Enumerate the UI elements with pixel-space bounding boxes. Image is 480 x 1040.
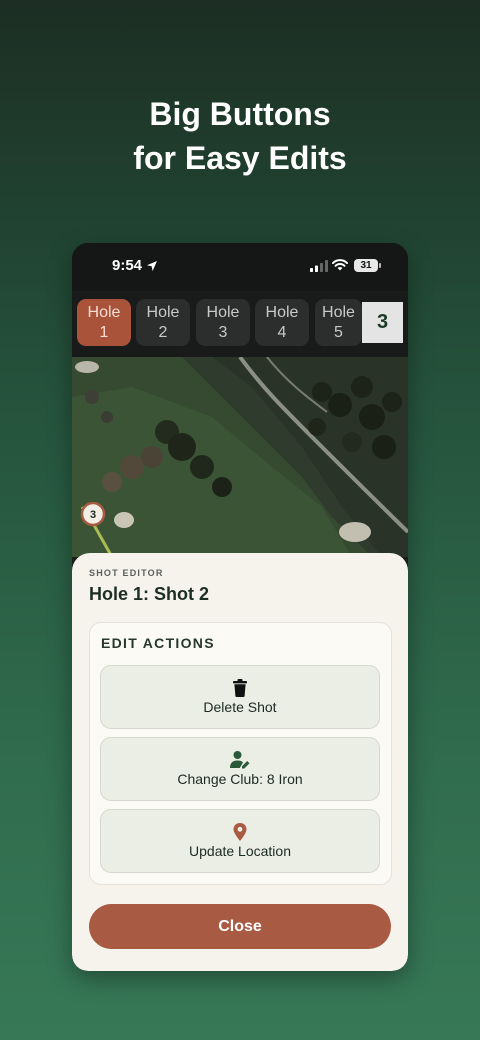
sheet-title: Hole 1: Shot 2 — [89, 584, 210, 604]
update-location-button[interactable]: Update Location — [100, 809, 380, 873]
close-button[interactable]: Close — [89, 904, 391, 949]
hole-tab-label: Hole — [87, 304, 121, 321]
delete-shot-label: Delete Shot — [203, 699, 277, 715]
battery-nub — [379, 263, 381, 268]
edit-actions-panel: EDIT ACTIONS Delete Shot Change Club: 8 … — [89, 622, 392, 885]
headline-line-1: Big Buttons — [149, 96, 331, 132]
location-pin-icon — [233, 823, 247, 841]
shot-marker-label: 3 — [90, 509, 96, 521]
shot-marker-pin[interactable]: 3 — [80, 502, 106, 528]
hole-tab-label: Hole — [146, 304, 180, 321]
headline-line-2: for Easy Edits — [133, 140, 347, 176]
hole-tab-5[interactable]: Hole 5 — [315, 299, 362, 346]
hole-tab-1[interactable]: Hole 1 — [77, 299, 131, 346]
hole-tab-2[interactable]: Hole 2 — [136, 299, 190, 346]
phone-screen: 9:54 31 Hole 1 Hole 2 Hole 3 Hole 4 Hole… — [72, 243, 408, 971]
battery-indicator: 31 — [354, 259, 378, 272]
hole-tab-number: 4 — [277, 324, 287, 341]
wifi-icon — [332, 259, 348, 271]
delete-shot-button[interactable]: Delete Shot — [100, 665, 380, 729]
hole-tab-number: 3 — [218, 324, 228, 341]
hole-count-badge[interactable]: 3 — [362, 302, 403, 343]
panel-title: EDIT ACTIONS — [101, 635, 215, 651]
sheet-kicker: SHOT EDITOR — [89, 568, 164, 578]
course-satellite-map[interactable] — [72, 357, 408, 557]
change-club-button[interactable]: Change Club: 8 Iron — [100, 737, 380, 801]
hole-tab-number: 2 — [158, 324, 168, 341]
map-imagery — [72, 357, 408, 557]
hole-tab-number: 5 — [334, 324, 343, 341]
hole-tab-label: Hole — [322, 304, 355, 321]
status-time: 9:54 — [112, 257, 143, 274]
trash-icon — [233, 679, 247, 697]
hole-tab-4[interactable]: Hole 4 — [255, 299, 309, 346]
update-location-label: Update Location — [189, 843, 291, 859]
hole-tab-3[interactable]: Hole 3 — [196, 299, 250, 346]
change-club-label: Change Club: 8 Iron — [177, 771, 303, 787]
hole-tab-number: 1 — [99, 324, 109, 341]
hole-tab-label: Hole — [206, 304, 240, 321]
hole-selector-bar: Hole 1 Hole 2 Hole 3 Hole 4 Hole 5 3 — [72, 291, 408, 357]
user-edit-icon — [230, 751, 250, 769]
cellular-signal-icon — [310, 260, 328, 272]
location-arrow-icon — [147, 261, 157, 271]
headline: Big Buttons for Easy Edits — [0, 92, 480, 180]
shot-editor-sheet: SHOT EDITOR Hole 1: Shot 2 EDIT ACTIONS … — [72, 553, 408, 971]
hole-tab-label: Hole — [265, 304, 299, 321]
status-bar: 9:54 31 — [72, 243, 408, 291]
